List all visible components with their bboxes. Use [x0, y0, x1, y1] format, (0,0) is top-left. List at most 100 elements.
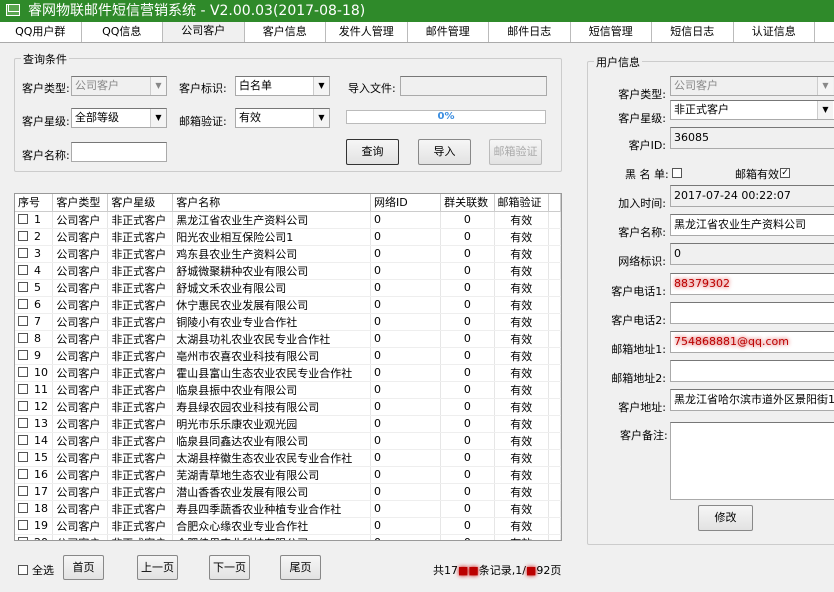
row-checkbox[interactable]	[18, 537, 28, 540]
blacklist-checkbox[interactable]	[672, 168, 682, 178]
import-file-input[interactable]	[400, 76, 547, 96]
row-checkbox[interactable]	[18, 316, 28, 326]
tab-4[interactable]: 发件人管理	[326, 22, 408, 42]
id-field[interactable]: 36085	[670, 127, 834, 149]
row-checkbox[interactable]	[18, 333, 28, 343]
table-row[interactable]: 6 公司客户 非正式客户 休宁惠民农业发展有限公司 0 0 有效	[15, 296, 561, 314]
query-tag-select[interactable]: 白名单 ▼	[235, 76, 330, 96]
table-row[interactable]: 3 公司客户 非正式客户 鸡东县农业生产资料公司 0 0 有效	[15, 245, 561, 263]
tab-0[interactable]: QQ用户群	[0, 22, 82, 42]
tab-9[interactable]: 认证信息	[734, 22, 815, 42]
join-field[interactable]: 2017-07-24 00:22:07	[670, 185, 834, 207]
table-row[interactable]: 11 公司客户 非正式客户 临泉县振中农业有限公司 0 0 有效	[15, 381, 561, 399]
select-all-checkbox[interactable]: 全选	[18, 562, 54, 578]
table-row[interactable]: 9 公司客户 非正式客户 亳州市农喜农业科技有限公司 0 0 有效	[15, 347, 561, 365]
row-checkbox[interactable]	[18, 469, 28, 479]
table-row[interactable]: 15 公司客户 非正式客户 太湖县梓徽生态农业农民专业合作社 0 0 有效	[15, 449, 561, 467]
row-checkbox[interactable]	[18, 418, 28, 428]
type-label: 客户类型:	[618, 88, 666, 101]
cell: 舒城文禾农业有限公司	[172, 279, 371, 297]
cell-text: 公司客户	[56, 417, 101, 431]
row-checkbox[interactable]	[18, 282, 28, 292]
row-checkbox[interactable]	[18, 367, 28, 377]
phone2-field[interactable]	[670, 302, 834, 324]
row-checkbox[interactable]	[18, 435, 28, 445]
row-checkbox[interactable]	[18, 486, 28, 496]
cell-text: 0	[463, 468, 471, 481]
table-row[interactable]: 10 公司客户 非正式客户 霍山县富山生态农业农民专业合作社 0 0 有效	[15, 364, 561, 382]
table-row[interactable]: 12 公司客户 非正式客户 寿县绿农园农业科技有限公司 0 0 有效	[15, 398, 561, 416]
query-type-select[interactable]: 公司客户 ▼	[71, 76, 167, 96]
cell-text: 0	[463, 502, 471, 515]
column-header[interactable]: 客户名称	[172, 194, 371, 212]
name-field[interactable]: 黑龙江省农业生产资料公司	[670, 214, 834, 236]
prev-page-button[interactable]: 上一页	[137, 555, 178, 580]
row-checkbox[interactable]	[18, 384, 28, 394]
table-row[interactable]: 2 公司客户 非正式客户 阳光农业相互保险公司1 0 0 有效	[15, 228, 561, 246]
net-field[interactable]: 0	[670, 243, 834, 265]
phone1-field[interactable]: 88379302	[670, 273, 834, 295]
table-row[interactable]: 17 公司客户 非正式客户 潜山香香农业发展有限公司 0 0 有效	[15, 483, 561, 501]
email2-field[interactable]	[670, 360, 834, 382]
cell-text: 有效	[510, 417, 533, 431]
row-checkbox[interactable]	[18, 214, 28, 224]
row-checkbox[interactable]	[18, 520, 28, 530]
next-page-button[interactable]: 下一页	[209, 555, 250, 580]
cell-text: 0	[373, 349, 381, 362]
row-checkbox[interactable]	[18, 401, 28, 411]
tab-7[interactable]: 短信管理	[571, 22, 652, 42]
column-header[interactable]: 客户类型	[52, 194, 109, 212]
tab-2[interactable]: 公司客户	[163, 22, 245, 42]
import-button[interactable]: 导入	[418, 139, 471, 165]
edit-button[interactable]: 修改	[698, 505, 753, 531]
type-field[interactable]: 公司客户 ▼	[670, 76, 834, 96]
row-checkbox[interactable]	[18, 299, 28, 309]
email1-field[interactable]: 754868881@qq.com	[670, 331, 834, 353]
tab-5[interactable]: 邮件管理	[408, 22, 489, 42]
table-row[interactable]: 8 公司客户 非正式客户 太湖县功礼农业农民专业合作社 0 0 有效	[15, 330, 561, 348]
query-verify-select[interactable]: 有效 ▼	[235, 108, 330, 128]
table-row[interactable]: 13 公司客户 非正式客户 明光市乐乐康农业观光园 0 0 有效	[15, 415, 561, 433]
cell: 11	[15, 381, 54, 399]
table-row[interactable]: 16 公司客户 非正式客户 芜湖青草地生态农业有限公司 0 0 有效	[15, 466, 561, 484]
cell-text: 公司客户	[56, 383, 101, 397]
tab-3[interactable]: 客户信息	[245, 22, 326, 42]
tab-8[interactable]: 短信日志	[652, 22, 734, 42]
cell-text: 非正式客户	[111, 519, 167, 533]
verify-email-button[interactable]: 邮箱验证	[489, 139, 542, 165]
query-level-select[interactable]: 全部等级 ▼	[71, 108, 167, 128]
row-checkbox[interactable]	[18, 350, 28, 360]
row-checkbox[interactable]	[18, 248, 28, 258]
query-name-input[interactable]	[71, 142, 167, 162]
table-row[interactable]: 5 公司客户 非正式客户 舒城文禾农业有限公司 0 0 有效	[15, 279, 561, 297]
column-header[interactable]: 客户星级	[107, 194, 174, 212]
cell-text: 公司客户	[56, 502, 101, 516]
tab-1[interactable]: QQ信息	[82, 22, 163, 42]
column-header[interactable]: 序号	[15, 194, 54, 212]
row-checkbox[interactable]	[18, 231, 28, 241]
query-button[interactable]: 查询	[346, 139, 399, 165]
column-header[interactable]: 群关联数	[440, 194, 495, 212]
addr-field[interactable]: 黑龙江省哈尔滨市道外区景阳街181	[670, 389, 834, 411]
table-row[interactable]: 20 公司客户 非正式客户 合肥佳果农业科技有限公司 0 0 有效	[15, 534, 561, 540]
first-page-button[interactable]: 首页	[63, 555, 104, 580]
row-checkbox[interactable]	[18, 452, 28, 462]
cell: 公司客户	[52, 296, 109, 314]
column-header[interactable]: 网络ID	[370, 194, 442, 212]
table-row[interactable]: 19 公司客户 非正式客户 合肥众心缘农业专业合作社 0 0 有效	[15, 517, 561, 535]
table-row[interactable]: 4 公司客户 非正式客户 舒城微聚耕种农业有限公司 0 0 有效	[15, 262, 561, 280]
level-field[interactable]: 非正式客户 ▼	[670, 100, 834, 120]
chevron-down-icon: ▼	[150, 77, 166, 95]
table-row[interactable]: 1 公司客户 非正式客户 黑龙江省农业生产资料公司 0 0 有效	[15, 211, 561, 229]
table-row[interactable]: 18 公司客户 非正式客户 寿县四季蔬香农业种植专业合作社 0 0 有效	[15, 500, 561, 518]
email-valid-checkbox[interactable]: ✓	[780, 168, 790, 178]
table-row[interactable]: 14 公司客户 非正式客户 临泉县同鑫达农业有限公司 0 0 有效	[15, 432, 561, 450]
row-checkbox[interactable]	[18, 265, 28, 275]
row-checkbox[interactable]	[18, 503, 28, 513]
note-textarea[interactable]	[670, 422, 834, 500]
tab-6[interactable]: 邮件日志	[489, 22, 571, 42]
column-header[interactable]: 邮箱验证	[494, 194, 550, 212]
last-page-button[interactable]: 尾页	[280, 555, 321, 580]
cell: 20	[15, 534, 54, 540]
table-row[interactable]: 7 公司客户 非正式客户 铜陵小有农业专业合作社 0 0 有效	[15, 313, 561, 331]
